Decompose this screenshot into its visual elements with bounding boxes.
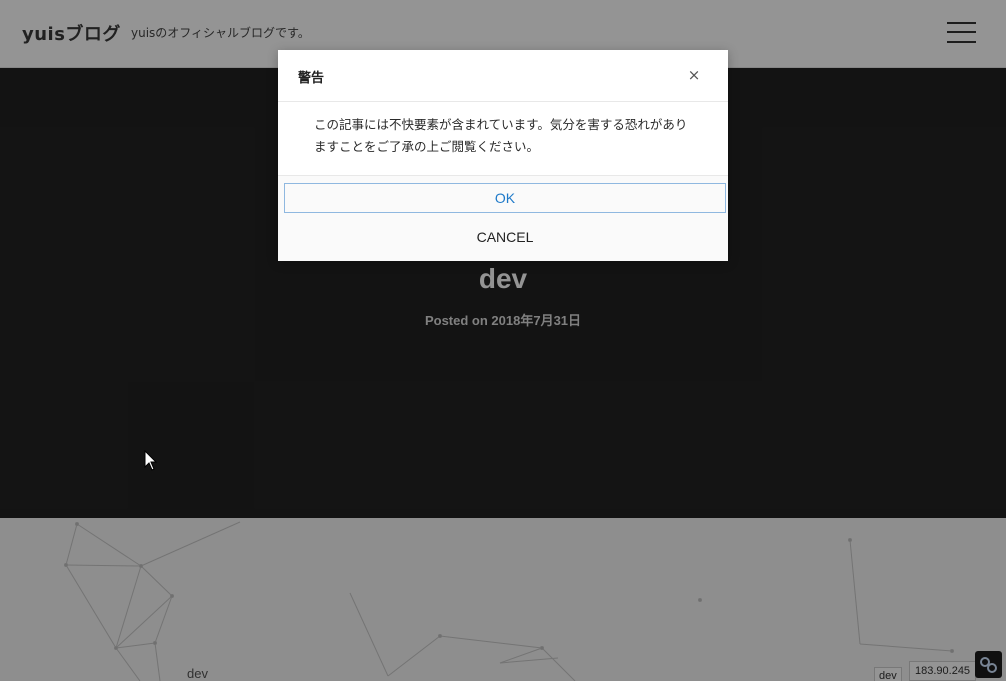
- close-icon[interactable]: ×: [683, 64, 705, 86]
- mouse-cursor-icon: [144, 450, 158, 471]
- dialog-footer: OK CANCEL: [278, 175, 728, 261]
- cancel-button[interactable]: CANCEL: [284, 222, 726, 252]
- warning-dialog: 警告 × この記事には不快要素が含まれています。気分を害する恐れがありますことを…: [278, 50, 728, 261]
- dialog-message: この記事には不快要素が含まれています。気分を害する恐れがありますことをご了承の上…: [314, 117, 688, 154]
- dialog-header: 警告 ×: [278, 50, 728, 102]
- ok-button[interactable]: OK: [284, 183, 726, 213]
- dialog-title: 警告: [298, 71, 325, 86]
